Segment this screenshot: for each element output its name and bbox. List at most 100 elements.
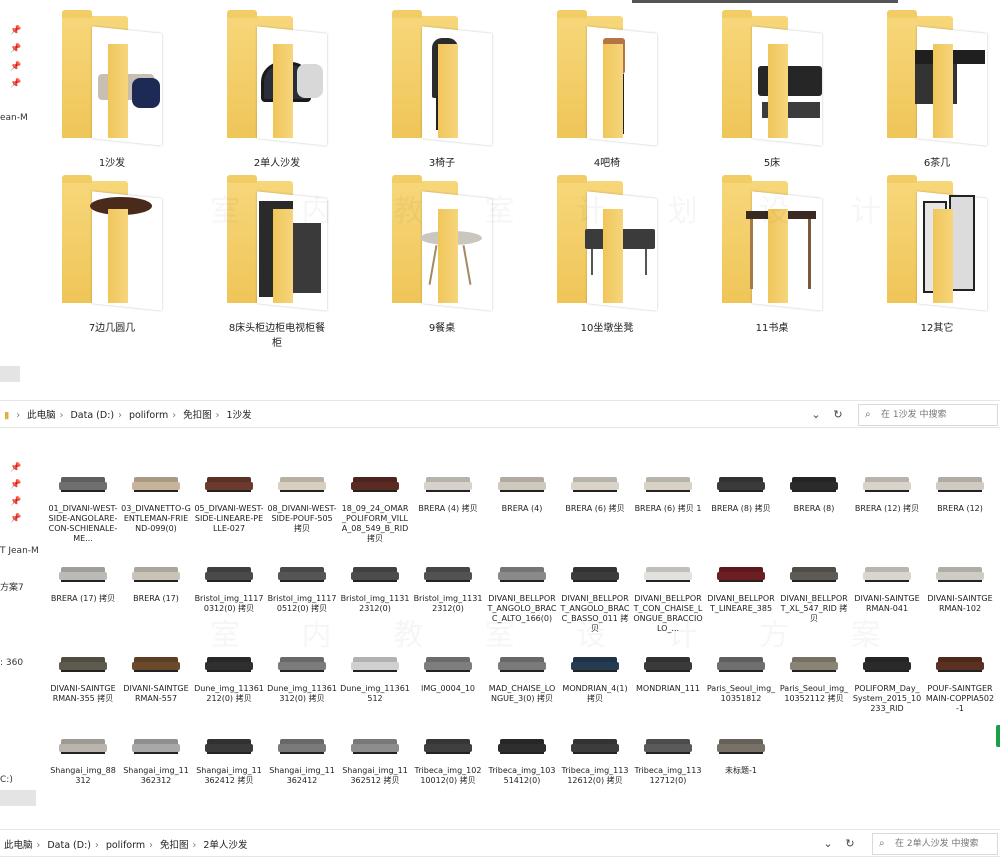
- pin-icon[interactable]: 📌: [10, 26, 21, 36]
- pin-icon[interactable]: 📌: [10, 79, 21, 89]
- file-item[interactable]: 08_DIVANI-WEST-SIDE-POUF-505 拷贝: [267, 460, 337, 534]
- sofa-thumbnail-icon: [274, 460, 330, 500]
- file-name: BRERA (8) 拷贝: [711, 504, 771, 513]
- sofa-thumbnail-icon: [494, 722, 550, 762]
- file-name: BRERA (12) 拷贝: [854, 504, 920, 513]
- file-item[interactable]: 18_09_24_OMAR_POLIFORM_VILLA_08_549_B_RI…: [340, 460, 410, 544]
- search-input[interactable]: ⌕ 在 1沙发 中搜索: [858, 404, 998, 426]
- folder-front: [438, 44, 458, 138]
- file-name: Dune_img_11361312(0) 拷贝: [267, 684, 337, 703]
- refresh-icon[interactable]: ↻: [828, 405, 848, 425]
- search-input[interactable]: ⌕ 在 2单人沙发 中搜索: [872, 833, 998, 855]
- address-bar: ▮ › 此电脑 › Data (D:) › poliform › 免扣图 › 1沙发 ⌄…: [0, 400, 1000, 428]
- breadcrumb-item[interactable]: Data (D:): [70, 410, 114, 421]
- pin-icon[interactable]: 📌: [10, 514, 21, 524]
- file-name: Tribeca_img_10351412(0): [488, 766, 556, 785]
- file-item[interactable]: Tribeca_img_11312712(0): [633, 722, 703, 786]
- file-item[interactable]: Shangai_img_11362312: [121, 722, 191, 786]
- folder-tile[interactable]: 6茶几: [887, 10, 1000, 176]
- folder-front: [108, 209, 128, 303]
- file-item[interactable]: 03_DIVANETTO-GENTLEMAN-FRIEND-099(0): [121, 460, 191, 534]
- chevron-right-icon: ›: [118, 410, 122, 421]
- file-item[interactable]: Shangai_img_88312: [48, 722, 118, 786]
- file-item[interactable]: BRERA (17) 拷贝: [48, 550, 118, 604]
- breadcrumb-item[interactable]: 免扣图: [160, 840, 189, 851]
- file-item[interactable]: BRERA (8) 拷贝: [706, 460, 776, 514]
- chevron-right-icon: ›: [95, 840, 99, 851]
- breadcrumb-item[interactable]: 2单人沙发: [203, 840, 247, 851]
- file-name: Shangai_img_11362412 拷贝: [196, 766, 262, 785]
- file-item[interactable]: Tribeca_img_10210012(0) 拷贝: [413, 722, 483, 786]
- breadcrumb-item[interactable]: Data (D:): [47, 840, 91, 851]
- nav-item-stub[interactable]: T Jean-M: [0, 546, 39, 556]
- file-name: 01_DIVANI-WEST-SIDE-ANGOLARE-CON-SCHIENA…: [48, 504, 118, 543]
- file-item[interactable]: BRERA (4) 拷贝: [413, 460, 483, 514]
- breadcrumb-item[interactable]: 1沙发: [226, 410, 251, 421]
- window-title-bar-fragment: [632, 0, 898, 3]
- file-item[interactable]: Shangai_img_11362412 拷贝: [194, 722, 264, 786]
- folder-tile[interactable]: 7边几圆几: [62, 175, 192, 341]
- file-item[interactable]: BRERA (17): [121, 550, 191, 604]
- file-item[interactable]: DIVANI-SAINTGERMAN-041: [852, 550, 922, 614]
- file-item[interactable]: BRERA (6) 拷贝: [560, 460, 630, 514]
- file-name: 08_DIVANI-WEST-SIDE-POUF-505 拷贝: [267, 504, 337, 533]
- chevron-down-icon[interactable]: ⌄: [806, 405, 826, 425]
- nav-selected-block: [0, 790, 36, 806]
- watermark: 室 内 教 室 计 划 设 计: [210, 186, 907, 230]
- breadcrumb-item[interactable]: poliform: [106, 840, 145, 851]
- breadcrumb-item[interactable]: 此电脑: [27, 410, 56, 421]
- file-item[interactable]: BRERA (4): [487, 460, 557, 514]
- file-name: Dune_img_11361512: [340, 684, 410, 703]
- file-item[interactable]: BRERA (12): [925, 460, 995, 514]
- file-item[interactable]: 未标题-1: [706, 722, 776, 776]
- file-item[interactable]: BRERA (8): [779, 460, 849, 514]
- chevron-down-icon[interactable]: ⌄: [818, 834, 838, 854]
- sofa-thumbnail-icon: [713, 722, 769, 762]
- file-item[interactable]: POUF-SAINTGERMAIN-COPPIA502-1: [925, 640, 995, 714]
- file-item[interactable]: BRERA (6) 拷贝 1: [633, 460, 703, 514]
- file-item[interactable]: Shangai_img_11362412: [267, 722, 337, 786]
- pin-icon[interactable]: 📌: [10, 497, 21, 507]
- file-item[interactable]: DIVANI-SAINTGERMAN-102: [925, 550, 995, 614]
- pin-icon[interactable]: 📌: [10, 480, 21, 490]
- nav-item-stub[interactable]: C:): [0, 775, 13, 785]
- file-item[interactable]: Bristol_img_11170312(0) 拷贝: [194, 550, 264, 614]
- breadcrumb-item[interactable]: 免扣图: [183, 410, 212, 421]
- refresh-icon[interactable]: ↻: [840, 834, 860, 854]
- nav-item-stub[interactable]: : 360: [0, 658, 23, 668]
- file-name: MAD_CHAISE_LONGUE_3(0) 拷贝: [488, 684, 556, 703]
- breadcrumb-item[interactable]: 此电脑: [4, 840, 33, 851]
- pin-icon[interactable]: 📌: [10, 44, 21, 54]
- pin-icon[interactable]: 📌: [10, 62, 21, 72]
- folder-tile[interactable]: 2单人沙发: [227, 10, 357, 176]
- file-name: Dune_img_11361212(0) 拷贝: [194, 684, 264, 703]
- chevron-right-icon: ›: [172, 410, 177, 421]
- file-item[interactable]: 01_DIVANI-WEST-SIDE-ANGOLARE-CON-SCHIENA…: [48, 460, 118, 544]
- file-item[interactable]: Bristol_img_11312312(0): [413, 550, 483, 614]
- pin-icon[interactable]: 📌: [10, 463, 21, 473]
- chevron-right-icon: ›: [215, 410, 220, 421]
- file-item[interactable]: DIVANI-SAINTGERMAN-557: [121, 640, 191, 704]
- folder-tile[interactable]: 5床: [722, 10, 852, 176]
- file-name: Paris_Seoul_img_10351812: [706, 684, 776, 703]
- nav-item-stub[interactable]: ean-M: [0, 113, 28, 123]
- folder-tile[interactable]: 3椅子: [392, 10, 522, 176]
- side-tab[interactable]: [996, 725, 1000, 747]
- folder-tile[interactable]: 1沙发: [62, 10, 192, 176]
- nav-item-stub[interactable]: 方案7: [0, 580, 24, 593]
- file-item[interactable]: Tribeca_img_10351412(0): [487, 722, 557, 786]
- file-name: 未标题-1: [725, 766, 757, 775]
- file-item[interactable]: Bristol_img_11312312(0): [340, 550, 410, 614]
- file-item[interactable]: BRERA (12) 拷贝: [852, 460, 922, 514]
- sofa-thumbnail-icon: [567, 460, 623, 500]
- file-item[interactable]: 05_DIVANI-WEST-SIDE-LINEARE-PELLE-027: [194, 460, 264, 534]
- file-item[interactable]: Shangai_img_11362512 拷贝: [340, 722, 410, 786]
- sofa-thumbnail-icon: [201, 460, 257, 500]
- file-item[interactable]: Tribeca_img_11312612(0) 拷贝: [560, 722, 630, 786]
- folder-tile[interactable]: 4吧椅: [557, 10, 687, 176]
- file-item[interactable]: Bristol_img_11170512(0) 拷贝: [267, 550, 337, 614]
- file-item[interactable]: DIVANI-SAINTGERMAN-355 拷贝: [48, 640, 118, 704]
- file-name: Shangai_img_11362312: [123, 766, 189, 785]
- breadcrumb-item[interactable]: poliform: [129, 410, 168, 421]
- file-item[interactable]: DIVANI_BELLPORT_LINEARE_385: [706, 550, 776, 614]
